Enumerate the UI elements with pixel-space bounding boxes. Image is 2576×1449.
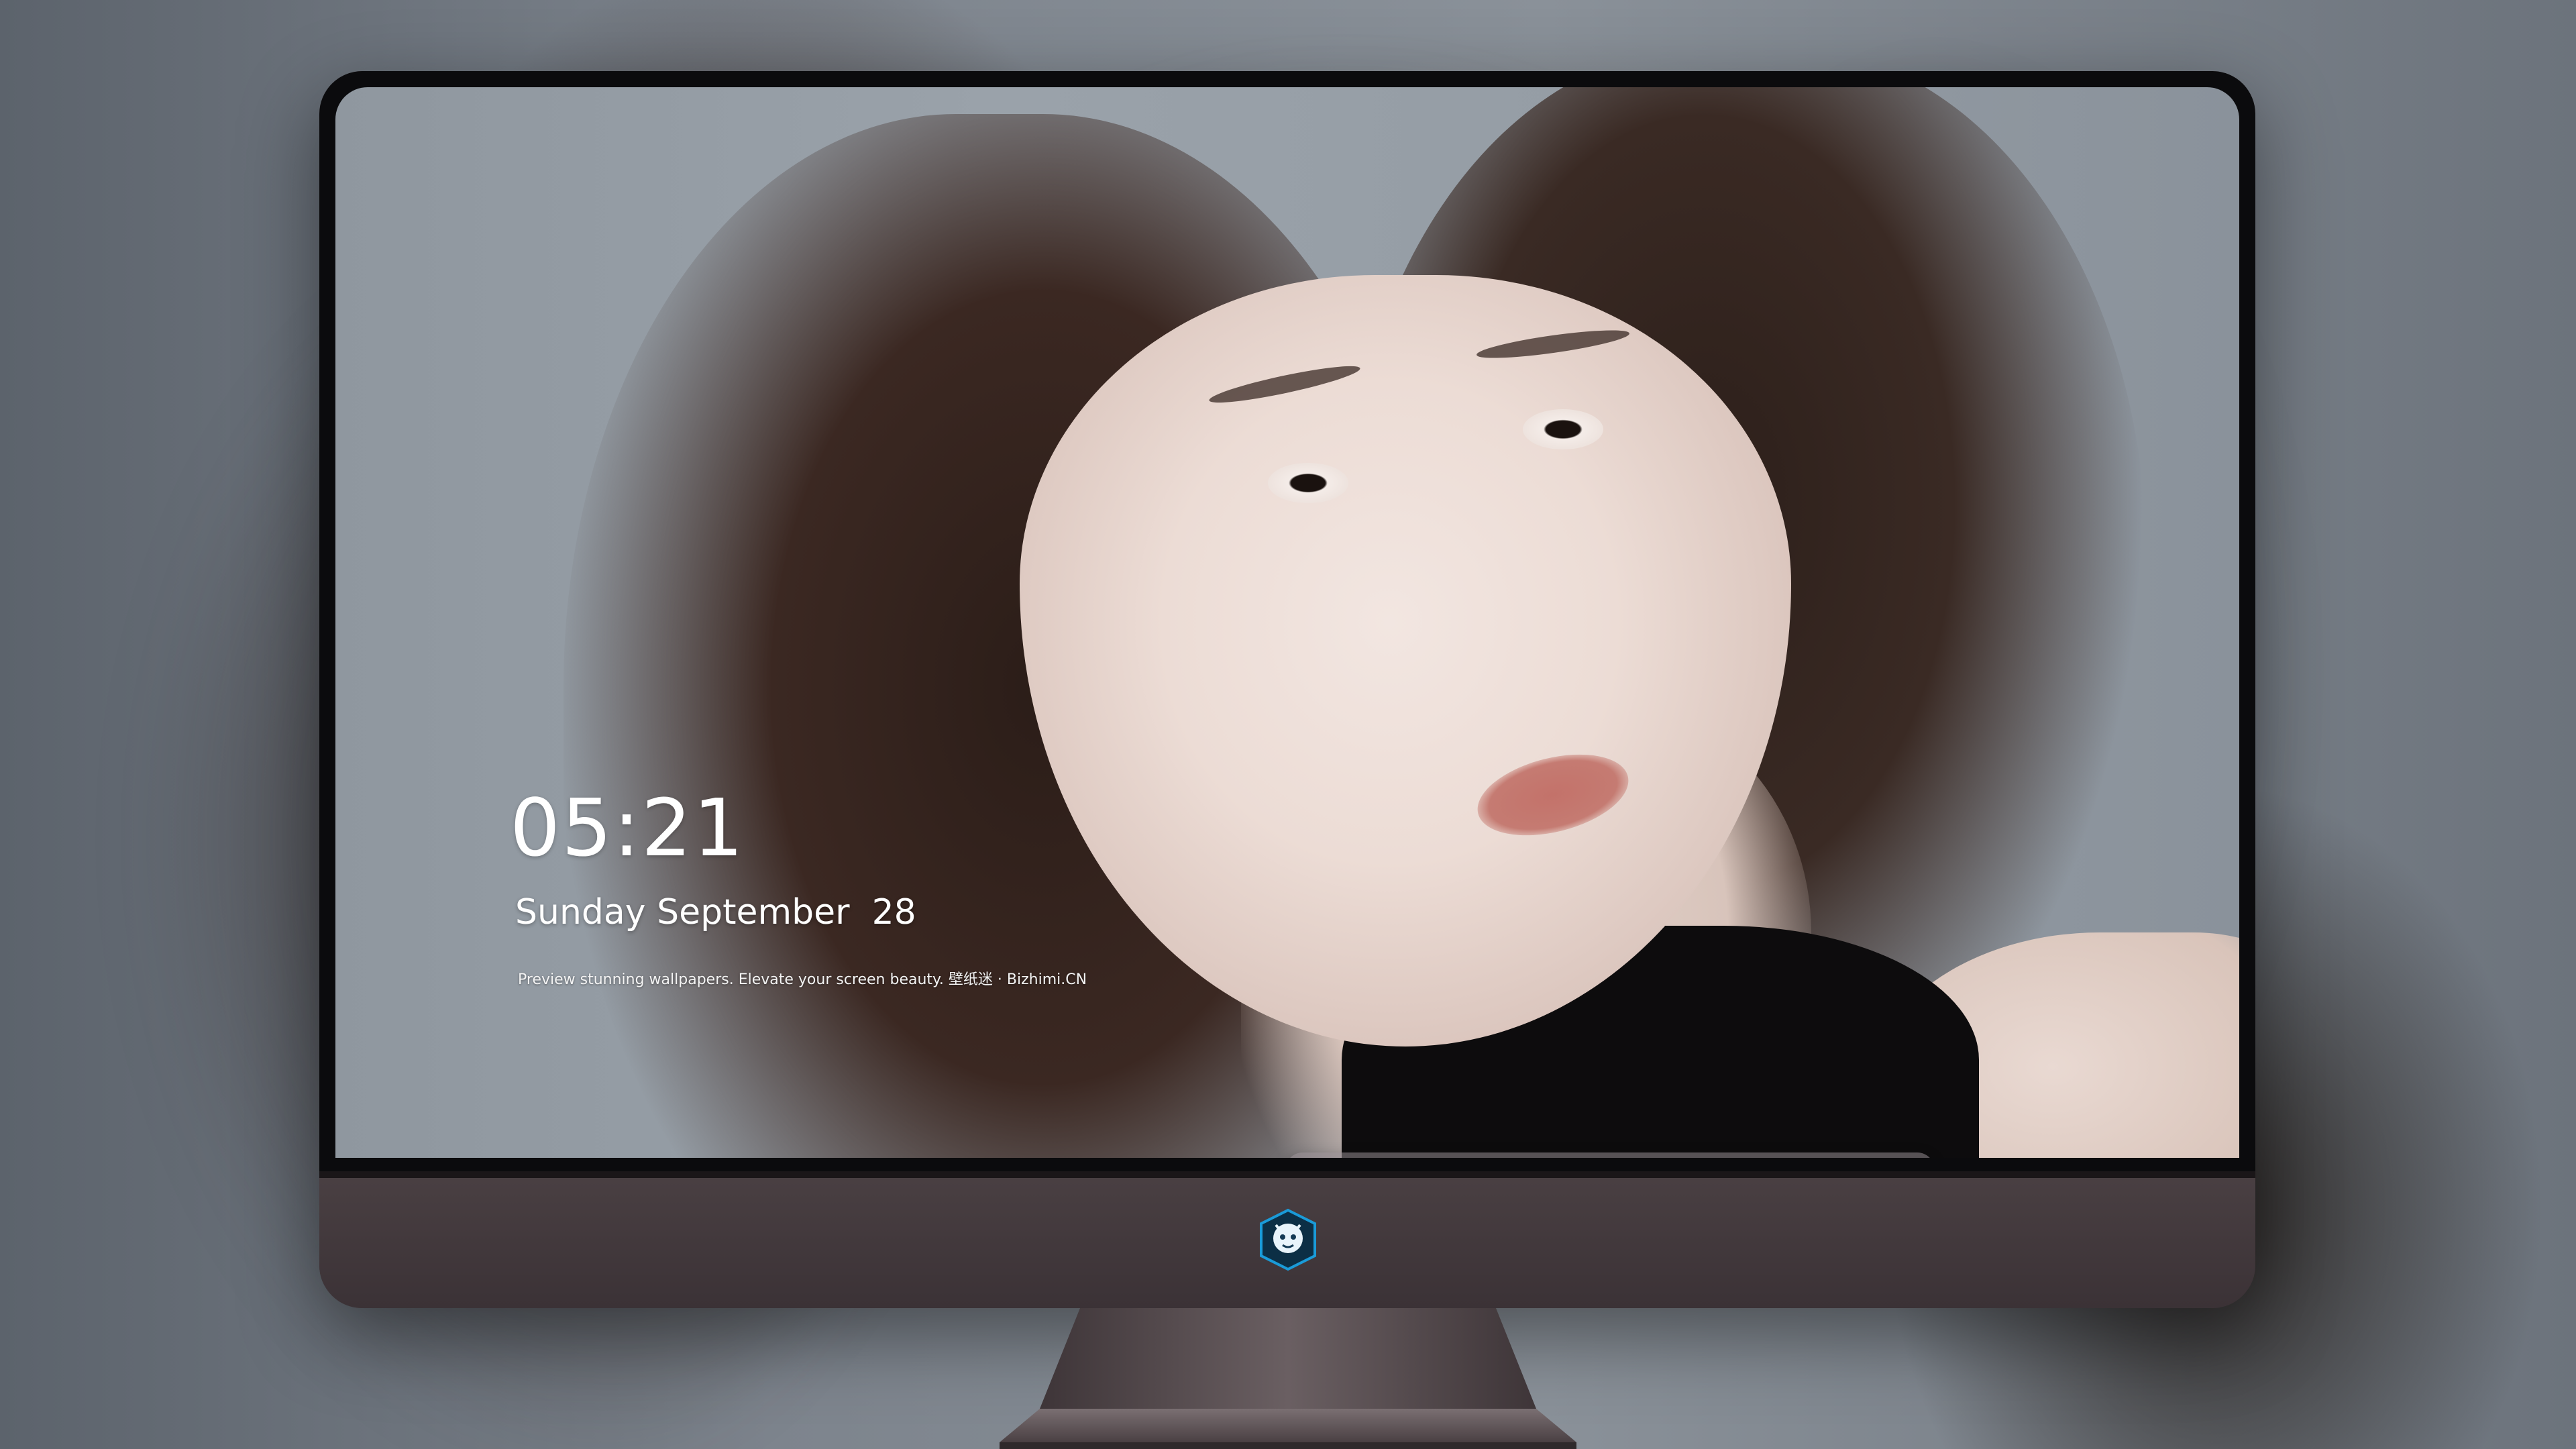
lockscreen-tagline: Preview stunning wallpapers. Elevate you… <box>518 971 1087 988</box>
wallpaper-eye-right <box>1523 409 1603 449</box>
wallpaper-eye-left <box>1268 463 1348 503</box>
dragon-mascot-logo <box>1256 1208 1320 1272</box>
monitor-chin <box>319 1171 2255 1308</box>
app-dock <box>1285 1152 1935 1158</box>
lockscreen-time: 05:21 <box>510 782 745 874</box>
lockscreen-date: Sunday September 28 <box>515 892 916 932</box>
chin-divider <box>319 1171 2255 1178</box>
blurred-backdrop: 05:21 Sunday September 28 Preview stunni… <box>0 0 2576 1449</box>
monitor-screen[interactable]: 05:21 Sunday September 28 Preview stunni… <box>335 87 2239 1158</box>
monitor-stand <box>1000 1308 1576 1449</box>
imac-monitor: 05:21 Sunday September 28 Preview stunni… <box>319 71 2255 1308</box>
